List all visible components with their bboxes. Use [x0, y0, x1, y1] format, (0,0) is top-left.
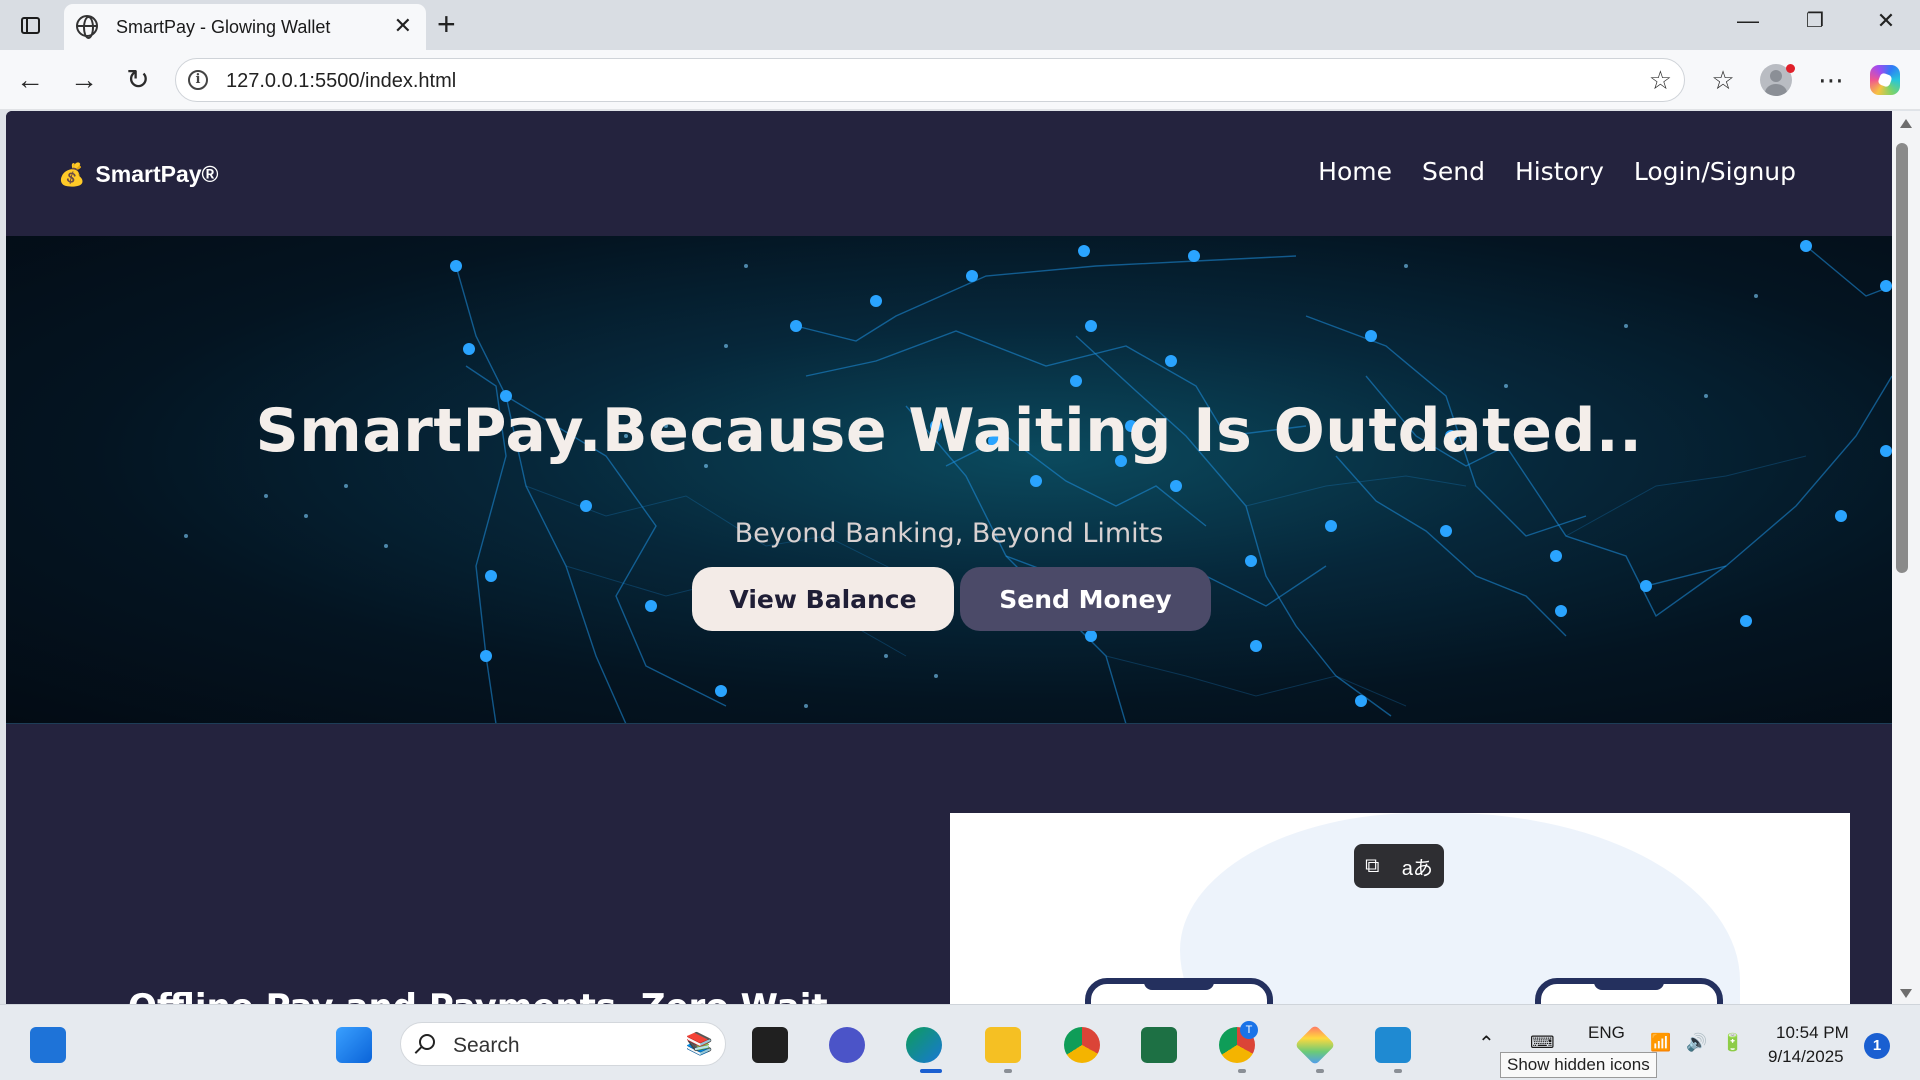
- url-text: 127.0.0.1:5500/index.html: [226, 70, 457, 92]
- chrome-icon[interactable]: [1064, 1027, 1100, 1063]
- restore-button[interactable]: ❐: [1795, 8, 1835, 33]
- excel-icon[interactable]: [1141, 1027, 1177, 1063]
- screen-capture-icon[interactable]: ⧉: [1365, 855, 1379, 878]
- keyboard-icon[interactable]: ⌨: [1530, 1033, 1555, 1053]
- running-indicator: [1316, 1069, 1324, 1073]
- browser-tab-bar: SmartPay - Glowing Wallet ✕ + — ❐ ✕: [0, 0, 1920, 50]
- teams-chat-icon[interactable]: [829, 1027, 865, 1063]
- running-indicator: [1394, 1069, 1402, 1073]
- start-windows-icon[interactable]: [336, 1027, 372, 1063]
- refresh-button[interactable]: ↻: [120, 62, 156, 98]
- section-heading: Offline Pay and Payments. Zero Wait: [128, 987, 828, 1004]
- hero-section: SmartPay.Because Waiting Is Outdated.. B…: [6, 236, 1892, 724]
- forward-button[interactable]: →: [66, 62, 102, 98]
- favorites-icon[interactable]: ☆: [1705, 62, 1741, 98]
- file-explorer-icon[interactable]: [985, 1027, 1021, 1063]
- running-indicator: [1238, 1069, 1246, 1073]
- wifi-icon[interactable]: 📶: [1650, 1033, 1671, 1053]
- search-icon: [419, 1034, 435, 1050]
- favorite-star-icon[interactable]: ☆: [1649, 65, 1672, 96]
- page-scrollbar[interactable]: [1892, 111, 1920, 1004]
- network-background-graphic: [184, 240, 1892, 723]
- widgets-icon[interactable]: [30, 1027, 66, 1063]
- nav-login-signup[interactable]: Login/Signup: [1634, 157, 1796, 186]
- tab-title: SmartPay - Glowing Wallet: [116, 17, 331, 37]
- clock-date[interactable]: 9/14/2025: [1768, 1047, 1844, 1067]
- browser-tab-active[interactable]: SmartPay - Glowing Wallet ✕: [64, 4, 426, 50]
- send-money-button[interactable]: Send Money: [960, 567, 1211, 631]
- main-nav: Home Send History Login/Signup: [1318, 157, 1796, 186]
- feature-illustration: [950, 813, 1850, 1013]
- profile-notification-dot: [1786, 64, 1795, 73]
- money-bag-icon: 💰: [58, 161, 86, 187]
- scroll-up-arrow-icon[interactable]: [1900, 119, 1912, 128]
- notification-badge[interactable]: 1: [1864, 1033, 1890, 1059]
- tab-close-icon[interactable]: ✕: [394, 13, 412, 39]
- clock-time[interactable]: 10:54 PM: [1776, 1023, 1849, 1043]
- taskbar-search[interactable]: Search 📚: [400, 1022, 726, 1066]
- window-close-button[interactable]: ✕: [1866, 8, 1906, 34]
- edge-browser-icon[interactable]: [906, 1027, 942, 1063]
- task-view-icon[interactable]: [752, 1027, 788, 1063]
- hero-title: SmartPay.Because Waiting Is Outdated..: [255, 396, 1643, 466]
- view-balance-button[interactable]: View Balance: [692, 567, 954, 631]
- scroll-down-arrow-icon[interactable]: [1900, 989, 1912, 998]
- back-button[interactable]: ←: [12, 62, 48, 98]
- sidebar-toggle-icon: [20, 16, 40, 34]
- translate-popup[interactable]: ⧉ aあ: [1354, 844, 1444, 888]
- translate-icon[interactable]: aあ: [1402, 852, 1433, 881]
- running-indicator: [1004, 1069, 1012, 1073]
- search-highlight-icon: 📚: [685, 1031, 713, 1056]
- globe-icon: [76, 15, 98, 39]
- volume-icon[interactable]: 🔊: [1686, 1033, 1707, 1053]
- active-indicator: [920, 1069, 942, 1073]
- search-placeholder: Search: [453, 1034, 520, 1057]
- browser-toolbar: ← → ↻ i 127.0.0.1:5500/index.html ☆ ☆: [0, 50, 1920, 110]
- brand-name: SmartPay®: [95, 161, 219, 187]
- nav-history[interactable]: History: [1515, 157, 1604, 186]
- chrome-profile-badge: T: [1240, 1021, 1258, 1039]
- vscode-icon[interactable]: [1375, 1027, 1411, 1063]
- address-bar[interactable]: i 127.0.0.1:5500/index.html ☆: [175, 58, 1685, 102]
- show-hidden-icons-chevron-icon[interactable]: ⌃: [1478, 1031, 1495, 1056]
- nav-home[interactable]: Home: [1318, 157, 1392, 186]
- tab-actions-button[interactable]: [14, 10, 46, 40]
- nav-send[interactable]: Send: [1422, 157, 1485, 186]
- app-diamond-icon[interactable]: [1294, 1024, 1336, 1066]
- new-tab-button[interactable]: +: [437, 6, 456, 43]
- scrollbar-thumb[interactable]: [1896, 143, 1908, 573]
- language-indicator[interactable]: ENG: [1588, 1023, 1625, 1043]
- more-menu-icon[interactable]: ⋯: [1813, 62, 1849, 98]
- tooltip: Show hidden icons: [1500, 1052, 1657, 1078]
- site-header: 💰 SmartPay® Home Send History Login/Sign…: [6, 111, 1892, 236]
- copilot-icon[interactable]: [1870, 65, 1900, 95]
- site-info-icon[interactable]: i: [188, 70, 208, 90]
- hero-subtitle: Beyond Banking, Beyond Limits: [734, 518, 1164, 549]
- battery-icon[interactable]: 🔋: [1722, 1033, 1743, 1053]
- brand-logo[interactable]: 💰 SmartPay®: [58, 161, 218, 188]
- minimize-button[interactable]: —: [1728, 8, 1768, 34]
